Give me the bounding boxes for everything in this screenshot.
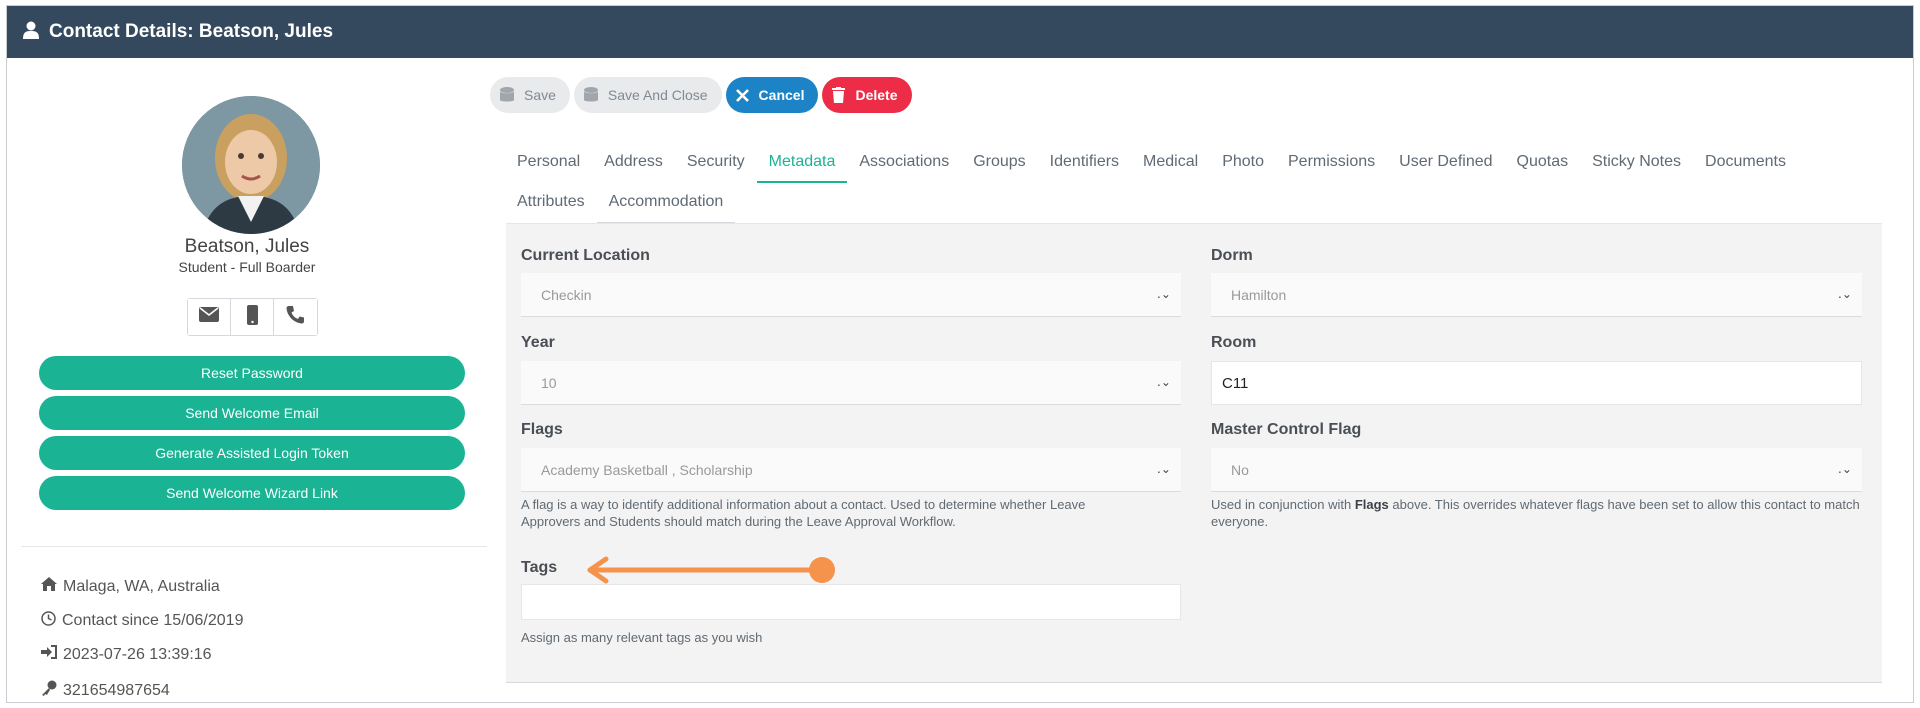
window-title: Contact Details: Beatson, Jules: [49, 21, 334, 42]
tab-row-2: Attributes Accommodation: [505, 183, 1905, 223]
database-icon: [500, 87, 514, 103]
contact-since-text: Contact since 15/06/2019: [62, 612, 244, 629]
tab-identifiers[interactable]: Identifiers: [1038, 143, 1131, 183]
profile-panel: Beatson, Jules Student - Full Boarder Re…: [7, 58, 487, 702]
master-control-flag-label: Master Control Flag: [1211, 421, 1362, 438]
delete-label: Delete: [855, 87, 898, 103]
save-and-close-button[interactable]: Save And Close: [573, 77, 722, 113]
send-wizard-link-button[interactable]: Send Welcome Wizard Link: [39, 476, 465, 510]
current-location-value: Checkin: [541, 286, 592, 303]
tab-permissions[interactable]: Permissions: [1276, 143, 1387, 183]
room-value: C11: [1222, 374, 1249, 392]
tags-label: Tags: [521, 559, 558, 576]
dorm-value: Hamilton: [1231, 286, 1287, 303]
reset-password-button[interactable]: Reset Password: [39, 356, 465, 390]
save-button[interactable]: Save: [490, 77, 570, 113]
year-select[interactable]: 10 ․⌄: [521, 361, 1181, 405]
annotation-arrow: [570, 555, 840, 590]
tab-user-defined[interactable]: User Defined: [1387, 143, 1504, 183]
current-location-select[interactable]: Checkin ․⌄: [521, 273, 1181, 317]
save-and-close-label: Save And Close: [607, 87, 708, 103]
tab-groups[interactable]: Groups: [961, 143, 1037, 183]
profile-role: Student - Full Boarder: [178, 259, 316, 275]
year-value: 10: [541, 374, 557, 391]
user-icon: [23, 21, 39, 44]
key-icon: [41, 680, 63, 701]
flags-select[interactable]: Academy Basketball , Scholarship ․⌄: [521, 448, 1181, 492]
contact-button-group: [187, 298, 318, 336]
title-bar: Contact Details: Beatson, Jules: [7, 6, 1913, 58]
tab-medical[interactable]: Medical: [1131, 143, 1210, 183]
tab-quotas[interactable]: Quotas: [1505, 143, 1581, 183]
tab-photo[interactable]: Photo: [1210, 143, 1276, 183]
dorm-select[interactable]: Hamilton ․⌄: [1211, 273, 1862, 317]
mobile-icon: [246, 304, 258, 330]
master-control-flag-select[interactable]: No ․⌄: [1211, 448, 1862, 492]
chevron-down-icon: ․⌄: [1156, 287, 1171, 301]
save-label: Save: [524, 87, 556, 103]
contact-since-info: Contact since 15/06/2019: [41, 611, 243, 631]
chevron-down-icon: ․⌄: [1837, 462, 1852, 476]
mobile-button[interactable]: [231, 299, 274, 335]
flags-help-text: A flag is a way to identify additional i…: [521, 497, 1086, 529]
tab-row-1: Personal Address Security Metadata Assoc…: [505, 143, 1905, 183]
database-icon: [583, 87, 598, 103]
tab-sticky-notes[interactable]: Sticky Notes: [1580, 143, 1693, 183]
toolbar: Save Save And Close Cancel Delete: [490, 77, 916, 113]
key-id-info: 321654987654: [41, 680, 170, 701]
divider: [21, 546, 487, 547]
trash-icon: [832, 87, 846, 103]
current-location-label: Current Location: [521, 247, 650, 264]
tab-attributes[interactable]: Attributes: [505, 183, 597, 223]
last-login-info: 2023-07-26 13:39:16: [41, 645, 212, 664]
key-id-text: 321654987654: [63, 681, 170, 699]
cancel-label: Cancel: [758, 87, 805, 103]
send-welcome-email-button[interactable]: Send Welcome Email: [39, 396, 465, 430]
flags-value: Academy Basketball , Scholarship: [541, 461, 753, 478]
tab-associations[interactable]: Associations: [847, 143, 961, 183]
clock-icon: [41, 611, 62, 631]
tab-bar: Personal Address Security Metadata Assoc…: [505, 143, 1905, 223]
generate-login-token-button[interactable]: Generate Assisted Login Token: [39, 436, 465, 470]
metadata-form-panel: Current Location Checkin ․⌄ Dorm Hamilto…: [506, 223, 1882, 683]
dorm-label: Dorm: [1211, 247, 1253, 264]
location-info: Malaga, WA, Australia: [41, 577, 220, 596]
tab-accommodation[interactable]: Accommodation: [596, 183, 736, 223]
avatar: [182, 96, 320, 234]
tab-security[interactable]: Security: [675, 143, 757, 183]
master-control-flag-value: No: [1231, 461, 1249, 478]
room-label: Room: [1211, 334, 1257, 351]
flags-label: Flags: [521, 421, 563, 438]
location-text: Malaga, WA, Australia: [63, 577, 220, 595]
envelope-icon: [199, 307, 219, 327]
phone-icon: [286, 305, 305, 329]
master-control-flag-help-text: Used in conjunction with Flags above. Th…: [1211, 497, 1860, 529]
sign-in-icon: [41, 645, 63, 664]
profile-name: Beatson, Jules: [184, 236, 310, 257]
tab-documents[interactable]: Documents: [1693, 143, 1798, 183]
home-icon: [41, 577, 63, 596]
tab-metadata[interactable]: Metadata: [756, 143, 848, 183]
chevron-down-icon: ․⌄: [1156, 375, 1171, 389]
cancel-button[interactable]: Cancel: [725, 77, 819, 113]
tab-personal[interactable]: Personal: [505, 143, 592, 183]
tags-help-text: Assign as many relevant tags as you wish: [521, 630, 763, 645]
last-login-text: 2023-07-26 13:39:16: [63, 645, 212, 663]
delete-button[interactable]: Delete: [822, 77, 912, 113]
tab-address[interactable]: Address: [592, 143, 675, 183]
email-button[interactable]: [188, 299, 231, 335]
year-label: Year: [521, 334, 555, 351]
room-input[interactable]: C11: [1211, 361, 1862, 405]
close-icon: [735, 88, 749, 102]
chevron-down-icon: ․⌄: [1156, 462, 1171, 476]
phone-button[interactable]: [274, 299, 317, 335]
chevron-down-icon: ․⌄: [1837, 287, 1852, 301]
